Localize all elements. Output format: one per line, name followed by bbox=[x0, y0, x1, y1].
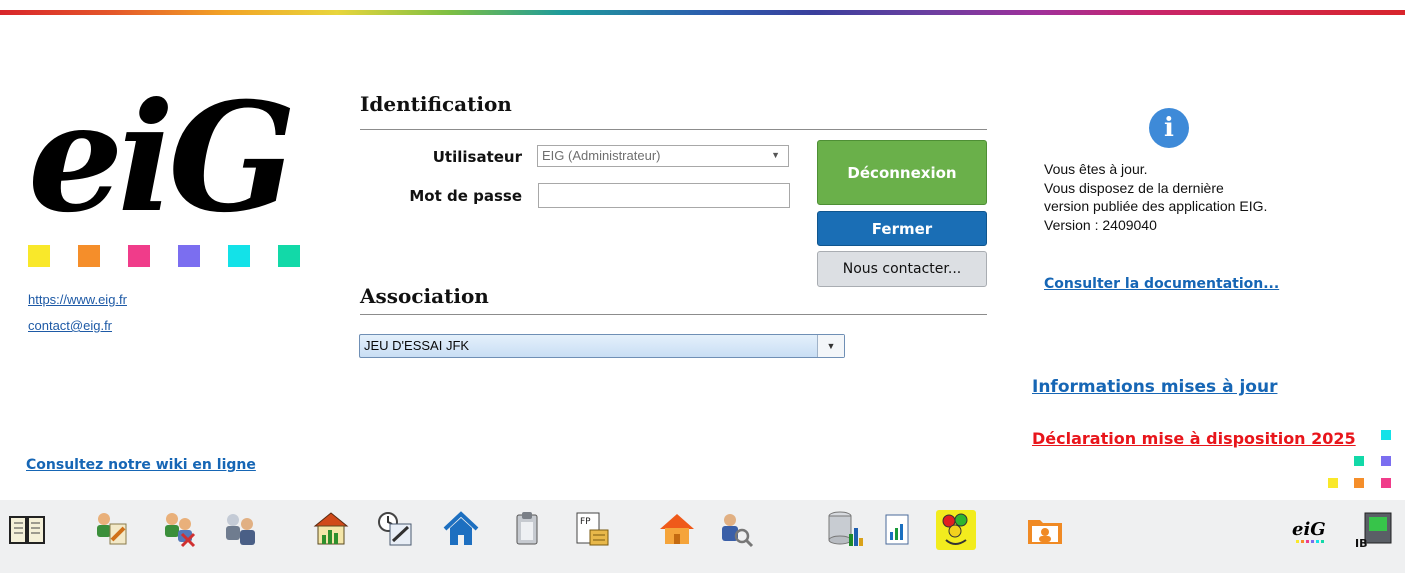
disconnect-button[interactable]: Déconnexion bbox=[817, 140, 987, 205]
email-link[interactable]: contact@eig.fr bbox=[28, 318, 112, 333]
users-edit-icon[interactable] bbox=[92, 510, 130, 548]
deco-square bbox=[1354, 478, 1364, 488]
ib-device-icon[interactable]: IB bbox=[1355, 510, 1397, 548]
deco-square bbox=[1381, 430, 1391, 440]
association-select-value: JEU D'ESSAI JFK bbox=[364, 338, 470, 353]
association-divider bbox=[360, 314, 987, 315]
building-chart-icon[interactable] bbox=[312, 510, 350, 548]
home-icon[interactable] bbox=[442, 510, 480, 548]
eig-logo-text: eiG bbox=[28, 75, 291, 225]
svg-text:FP: FP bbox=[580, 517, 591, 527]
top-color-bar bbox=[0, 10, 1405, 15]
calendar-edit-icon[interactable] bbox=[376, 510, 414, 548]
update-status-line: Vous êtes à jour. bbox=[1044, 161, 1148, 177]
book-icon[interactable] bbox=[8, 510, 46, 548]
update-status-line: Vous disposez de la dernière bbox=[1044, 179, 1224, 196]
user-select[interactable]: EIG (Administrateur) ▼ bbox=[537, 145, 789, 167]
association-title: Association bbox=[360, 284, 489, 308]
users-remove-icon[interactable] bbox=[160, 510, 198, 548]
bottom-toolbar bbox=[0, 500, 1405, 573]
svg-text:eiG: eiG bbox=[1292, 519, 1326, 540]
website-link[interactable]: https://www.eig.fr bbox=[28, 292, 127, 307]
deco-square bbox=[1381, 456, 1391, 466]
fp-document-icon[interactable]: FP bbox=[573, 510, 611, 548]
folder-person-icon[interactable] bbox=[1026, 510, 1064, 548]
version-text: Version : 2409040 bbox=[1044, 216, 1157, 233]
close-button[interactable]: Fermer bbox=[817, 211, 987, 246]
users-group-icon[interactable] bbox=[222, 510, 260, 548]
updates-info-link[interactable]: Informations mises à jour bbox=[1032, 377, 1277, 397]
info-icon: i bbox=[1149, 108, 1189, 148]
report-icon[interactable] bbox=[878, 510, 916, 548]
svg-text:IB: IB bbox=[1355, 537, 1367, 548]
update-status-text: Vous êtes à jour. Vous disposez de la de… bbox=[1044, 160, 1267, 234]
database-chart-icon[interactable] bbox=[826, 510, 864, 548]
declaration-link[interactable]: Déclaration mise à disposition 2025 bbox=[1032, 429, 1356, 448]
house-orange-icon[interactable] bbox=[658, 510, 696, 548]
chevron-down-icon: ▼ bbox=[771, 150, 780, 160]
association-select[interactable]: JEU D'ESSAI JFK ▼ bbox=[359, 334, 845, 358]
deco-square bbox=[1381, 478, 1391, 488]
eig-logo-icon[interactable]: eiG bbox=[1290, 510, 1332, 548]
contact-button[interactable]: Nous contacter... bbox=[817, 251, 987, 287]
identification-title: Identification bbox=[360, 92, 512, 116]
document-clip-icon[interactable] bbox=[508, 510, 546, 548]
identification-divider bbox=[360, 129, 987, 130]
wiki-link[interactable]: Consultez notre wiki en ligne bbox=[26, 457, 256, 473]
user-label: Utilisateur bbox=[432, 148, 522, 166]
password-label: Mot de passe bbox=[409, 187, 522, 205]
traffic-lights-highlighted-icon[interactable] bbox=[936, 510, 976, 550]
documentation-link[interactable]: Consulter la documentation... bbox=[1044, 276, 1279, 292]
deco-square bbox=[1354, 456, 1364, 466]
user-search-icon[interactable] bbox=[716, 510, 754, 548]
deco-square bbox=[1328, 478, 1338, 488]
chevron-down-icon: ▼ bbox=[817, 335, 844, 357]
password-field[interactable] bbox=[538, 183, 790, 208]
eig-logo: eiG bbox=[28, 75, 297, 225]
update-status-line: version publiée des application EIG. bbox=[1044, 198, 1268, 214]
user-select-value: EIG (Administrateur) bbox=[542, 148, 661, 163]
